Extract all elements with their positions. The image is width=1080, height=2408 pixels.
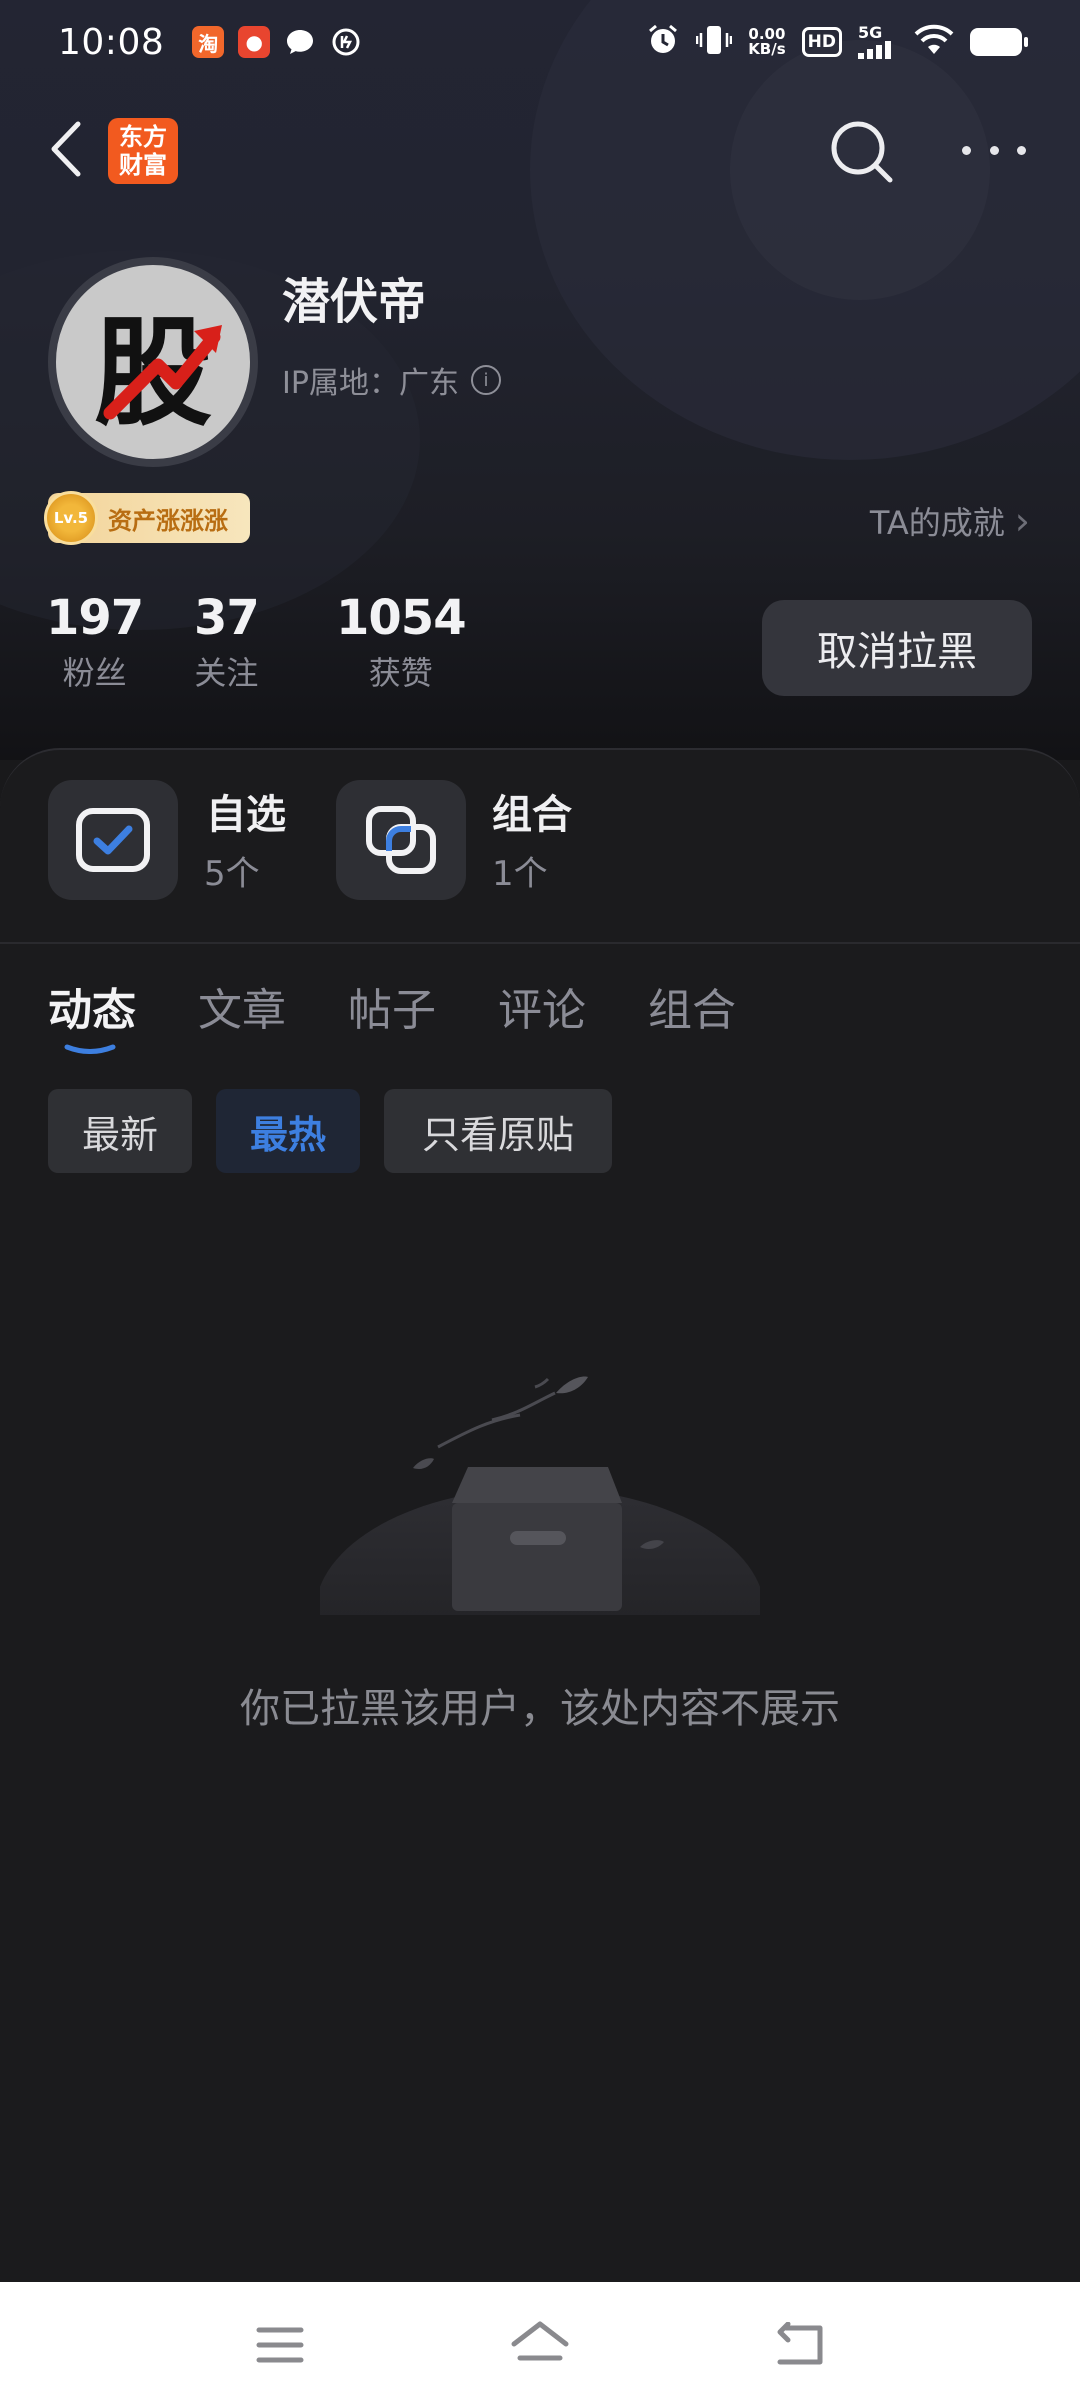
search-icon — [831, 121, 893, 183]
empty-box-icon — [320, 1376, 760, 1615]
empty-state-message: 你已拉黑该用户，该处内容不展示 — [240, 1686, 840, 1732]
sync-icon — [330, 26, 362, 58]
system-navigation-bar — [0, 2282, 1080, 2408]
tab-articles[interactable]: 文章 — [198, 974, 286, 1038]
ip-location: IP属地：广东 i — [282, 358, 501, 402]
home-icon — [511, 2321, 569, 2361]
portfolio-shortcut[interactable] — [336, 780, 466, 900]
username: 潜伏帝 — [282, 274, 427, 330]
watchlist-count: 5个 — [204, 854, 260, 894]
followers-stat[interactable]: 197 粉丝 — [46, 590, 144, 694]
back-button[interactable] — [46, 118, 86, 180]
badge-label: 资产涨涨涨 — [108, 506, 228, 535]
watchlist-title[interactable]: 自选 — [206, 782, 286, 840]
hd-indicator: HD — [801, 27, 842, 57]
filter-original-only[interactable]: 只看原贴 — [384, 1089, 612, 1173]
chevron-left-icon — [51, 121, 81, 177]
battery-icon — [970, 28, 1028, 56]
level-icon: Lv.5 — [44, 491, 98, 545]
avatar[interactable]: 股 — [48, 257, 258, 467]
message-icon — [284, 26, 316, 58]
chevron-right-icon: › — [1014, 499, 1030, 543]
portfolio-count: 1个 — [492, 854, 548, 894]
menu-icon — [256, 2327, 304, 2363]
filter-hottest[interactable]: 最热 — [216, 1089, 360, 1173]
info-icon[interactable]: i — [470, 365, 501, 395]
search-button[interactable] — [828, 118, 896, 186]
more-button[interactable] — [962, 130, 1026, 170]
section-divider — [0, 942, 1080, 944]
signal-icon: 5G — [858, 25, 898, 59]
active-tab-indicator — [64, 1044, 116, 1054]
taobao-icon: 淘 — [192, 26, 225, 58]
achievement-link[interactable]: TA的成就 › — [870, 498, 1030, 544]
back-icon — [777, 2322, 823, 2365]
filter-latest[interactable]: 最新 — [48, 1089, 192, 1173]
notification-icons: 淘 ● — [192, 26, 362, 58]
following-stat[interactable]: 37 关注 — [194, 590, 260, 694]
game-icon: ● — [238, 26, 271, 58]
more-dots-icon — [962, 145, 971, 155]
wifi-icon — [914, 24, 954, 60]
menu-button[interactable] — [245, 2310, 315, 2380]
portfolio-title[interactable]: 组合 — [492, 782, 572, 840]
status-bar: 10:08 淘 ● 0.00 KB/s HD 5G — [0, 0, 1080, 84]
alarm-icon — [646, 23, 680, 61]
home-button[interactable] — [505, 2310, 575, 2380]
tab-dynamics[interactable]: 动态 — [48, 974, 136, 1038]
eastmoney-logo: 东方 财富 — [108, 118, 178, 184]
watchlist-check-icon — [76, 808, 150, 872]
tab-posts[interactable]: 帖子 — [348, 974, 436, 1038]
system-back-button[interactable] — [765, 2310, 835, 2380]
watchlist-shortcut[interactable] — [48, 780, 178, 900]
system-status: 0.00 KB/s HD 5G — [646, 23, 1028, 61]
network-speed: 0.00 KB/s — [748, 25, 786, 58]
status-time: 10:08 — [58, 21, 165, 63]
likes-stat[interactable]: 1054 获赞 — [336, 590, 467, 694]
portfolio-icon — [366, 806, 436, 874]
level-badge[interactable]: Lv.5 资产涨涨涨 — [44, 491, 250, 545]
unblock-button[interactable]: 取消拉黑 — [762, 600, 1032, 696]
tab-portfolio[interactable]: 组合 — [648, 974, 736, 1038]
tab-comments[interactable]: 评论 — [498, 974, 586, 1038]
rising-arrow-icon — [103, 325, 222, 420]
vibrate-icon — [695, 23, 733, 61]
